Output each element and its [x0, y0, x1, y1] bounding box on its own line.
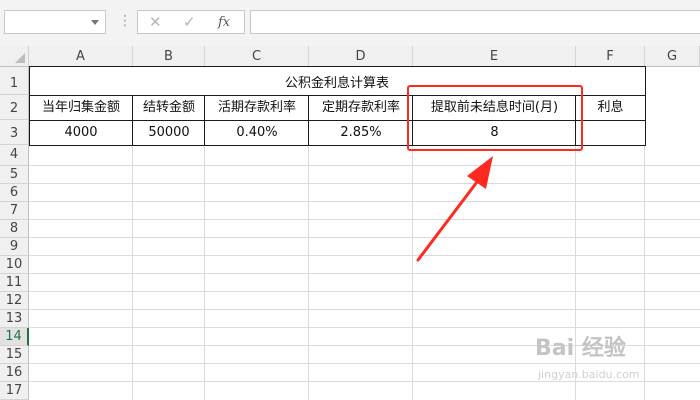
watermark-url: jingyan.baidu.com [538, 368, 640, 381]
watermark-logo: Bai 经验 [535, 336, 626, 361]
arrow-head [467, 156, 493, 189]
arrow-shaft [416, 176, 482, 262]
